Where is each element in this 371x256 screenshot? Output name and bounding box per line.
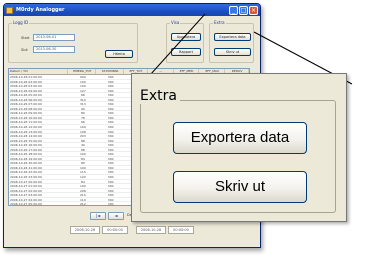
- extra-legend: Extra: [139, 88, 180, 104]
- print-button[interactable]: Skriv ut: [173, 171, 307, 203]
- export-data-button[interactable]: Exportera data: [173, 122, 307, 154]
- screenshot-stage: M0rdy Analogger _ □ × Logg ID Start 2013…: [0, 0, 371, 256]
- zoomed-extra-panel: Extra Exportera data Skriv ut: [131, 73, 347, 222]
